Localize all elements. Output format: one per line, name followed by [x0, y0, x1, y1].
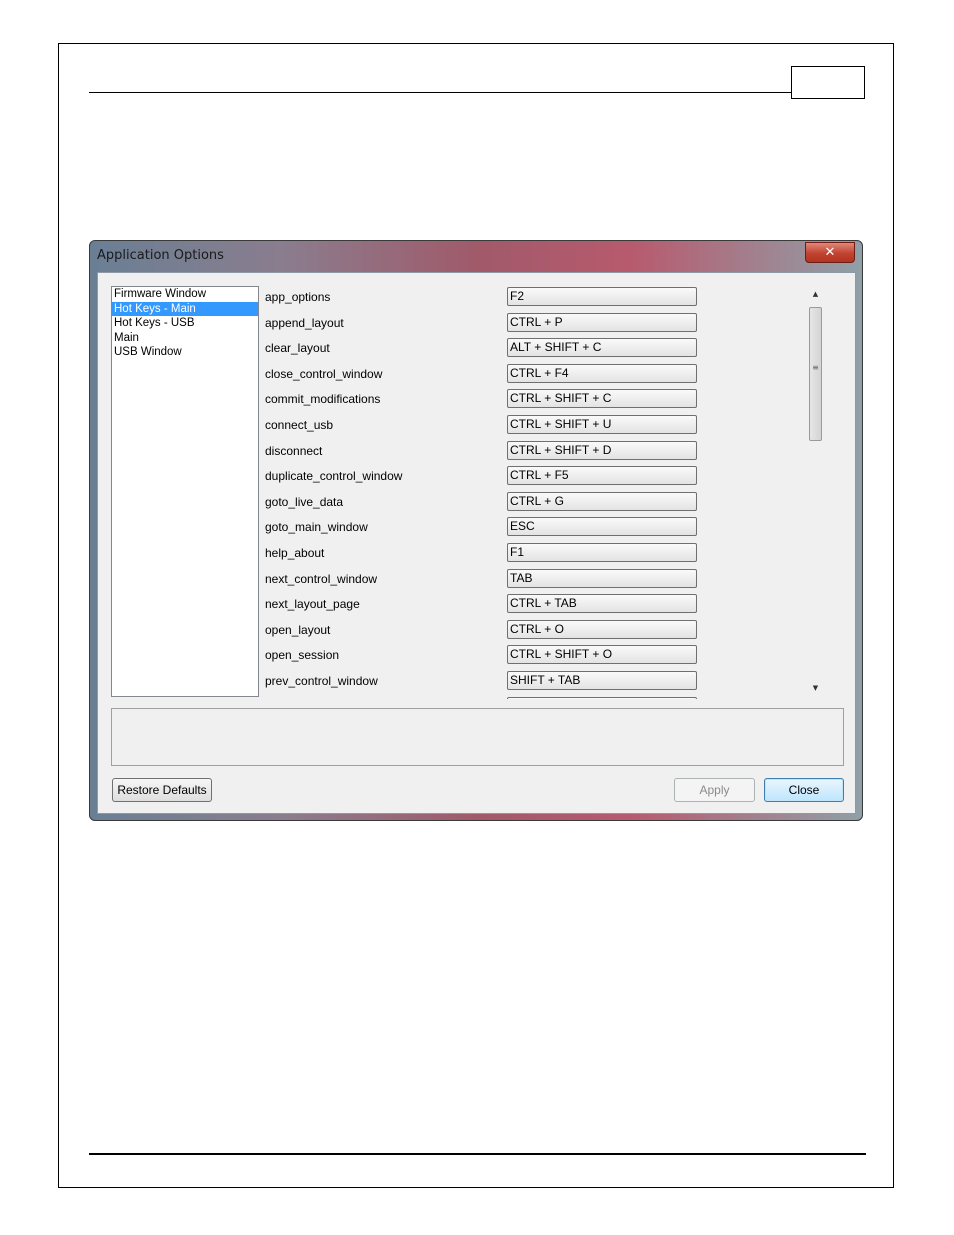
hotkey-action-label: goto_main_window — [265, 520, 368, 535]
category-item[interactable]: Hot Keys - Main — [112, 301, 258, 316]
hotkey-binding-field[interactable]: ALT + SHIFT + C — [507, 338, 697, 358]
hotkey-action-label: clear_layout — [265, 341, 330, 356]
restore-defaults-button[interactable]: Restore Defaults — [112, 778, 212, 802]
hotkey-row: append_layout CTRL + P — [264, 312, 824, 339]
hotkey-binding-field[interactable]: F1 — [507, 543, 697, 562]
hotkey-row: close_control_window CTRL + F4 — [264, 363, 824, 390]
hotkey-row: commit_modifications CTRL + SHIFT + C — [264, 389, 824, 415]
hotkey-action-label: next_control_window — [265, 571, 378, 586]
category-list[interactable]: Firmware Window Hot Keys - Main Hot Keys -… — [111, 286, 259, 697]
dialog-title: Application Options — [97, 248, 224, 263]
close-button[interactable]: Close — [764, 778, 844, 802]
close-window-button[interactable]: ✕ — [805, 242, 855, 263]
hotkey-action-label: disconnect — [265, 443, 323, 458]
hotkey-row: clear_layout ALT + SHIFT + C — [264, 338, 824, 364]
category-item[interactable]: Firmware Window — [112, 287, 258, 302]
hotkey-row: prev_control_window SHIFT + TAB — [264, 671, 824, 697]
hotkey-action-label: goto_live_data — [265, 494, 344, 509]
hotkey-binding-field[interactable]: CTRL + P — [507, 312, 697, 332]
hotkey-action-label: connect_usb — [265, 418, 334, 432]
hotkey-binding-field[interactable]: TAB — [507, 568, 697, 588]
dialog-client-area: Firmware Window Hot Keys - Main Hot Keys -… — [97, 272, 856, 814]
hotkey-binding-field-partial[interactable] — [507, 696, 697, 699]
header-rule — [89, 92, 791, 93]
category-item[interactable]: Hot Keys - USB — [112, 316, 258, 331]
hotkey-binding-field[interactable]: CTRL + SHIFT + O — [507, 645, 697, 665]
hotkey-action-label: help_about — [265, 546, 325, 560]
description-panel — [111, 708, 844, 766]
hotkey-action-label: duplicate_control_window — [265, 469, 403, 484]
hotkey-row: connect_usb CTRL + SHIFT + U — [264, 415, 824, 441]
hotkey-row: app_options F2 — [264, 287, 824, 313]
hotkey-binding-field[interactable]: CTRL + F4 — [507, 363, 697, 383]
hotkey-row: goto_main_window ESC — [264, 517, 824, 543]
hotkey-binding-field[interactable]: F2 — [507, 287, 697, 306]
scroll-down-arrow-icon[interactable]: ▼ — [807, 680, 824, 697]
hotkey-action-label: next_layout_page — [265, 597, 360, 612]
hotkey-action-label: open_session — [265, 648, 340, 663]
hotkey-row: goto_live_data CTRL + G — [264, 491, 824, 518]
apply-button[interactable]: Apply — [674, 778, 755, 802]
hotkey-action-label: close_control_window — [265, 366, 383, 381]
hotkey-row: open_session CTRL + SHIFT + O — [264, 645, 824, 671]
hotkey-action-label: append_layout — [265, 315, 344, 330]
hotkey-row: next_control_window TAB — [264, 568, 824, 595]
scroll-up-arrow-icon[interactable]: ▲ — [807, 286, 824, 303]
hotkey-binding-field[interactable]: CTRL + O — [507, 619, 697, 639]
hotkey-row: help_about F1 — [264, 543, 824, 569]
hotkey-list: app_options F2 append_layout CTRL + P clear_… — [264, 286, 824, 699]
hotkey-action-label: commit_modifications — [265, 392, 381, 407]
category-item[interactable]: Main — [112, 331, 258, 346]
hotkey-binding-field[interactable]: ESC — [507, 517, 697, 537]
hotkey-binding-field[interactable]: SHIFT + TAB — [507, 671, 697, 690]
grip-icon: ≡ — [812, 363, 819, 372]
hotkey-binding-field[interactable]: CTRL + SHIFT + C — [507, 389, 697, 409]
hotkey-binding-field[interactable]: CTRL + SHIFT + D — [507, 440, 697, 460]
hotkey-row: disconnect CTRL + SHIFT + D — [264, 440, 824, 467]
category-item[interactable]: USB Window — [112, 345, 258, 360]
hotkey-binding-field[interactable]: CTRL + SHIFT + U — [507, 415, 697, 434]
hotkey-row: duplicate_control_window CTRL + F5 — [264, 466, 824, 492]
hotkey-binding-field[interactable]: CTRL + F5 — [507, 466, 697, 486]
scroll-thumb[interactable]: ≡ — [809, 307, 822, 441]
hotkey-row: next_layout_page CTRL + TAB — [264, 594, 824, 620]
application-options-dialog: Application Options ✕ Firmware Window Hot… — [89, 240, 863, 821]
hotkey-action-label: prev_control_window — [265, 674, 378, 688]
page-number-box — [791, 66, 865, 99]
hotkey-binding-field[interactable]: CTRL + G — [507, 491, 697, 511]
title-bar[interactable]: Application Options ✕ — [90, 241, 862, 271]
hotkey-action-label: open_layout — [265, 622, 331, 637]
hotkey-action-label: app_options — [265, 290, 331, 304]
footer-rule — [89, 1153, 866, 1155]
hotkey-row: open_layout CTRL + O — [264, 619, 824, 646]
hotkey-scrollbar[interactable]: ▲ ≡ ▼ — [807, 286, 824, 697]
hotkey-binding-field[interactable]: CTRL + TAB — [507, 594, 697, 614]
close-icon: ✕ — [824, 245, 836, 260]
